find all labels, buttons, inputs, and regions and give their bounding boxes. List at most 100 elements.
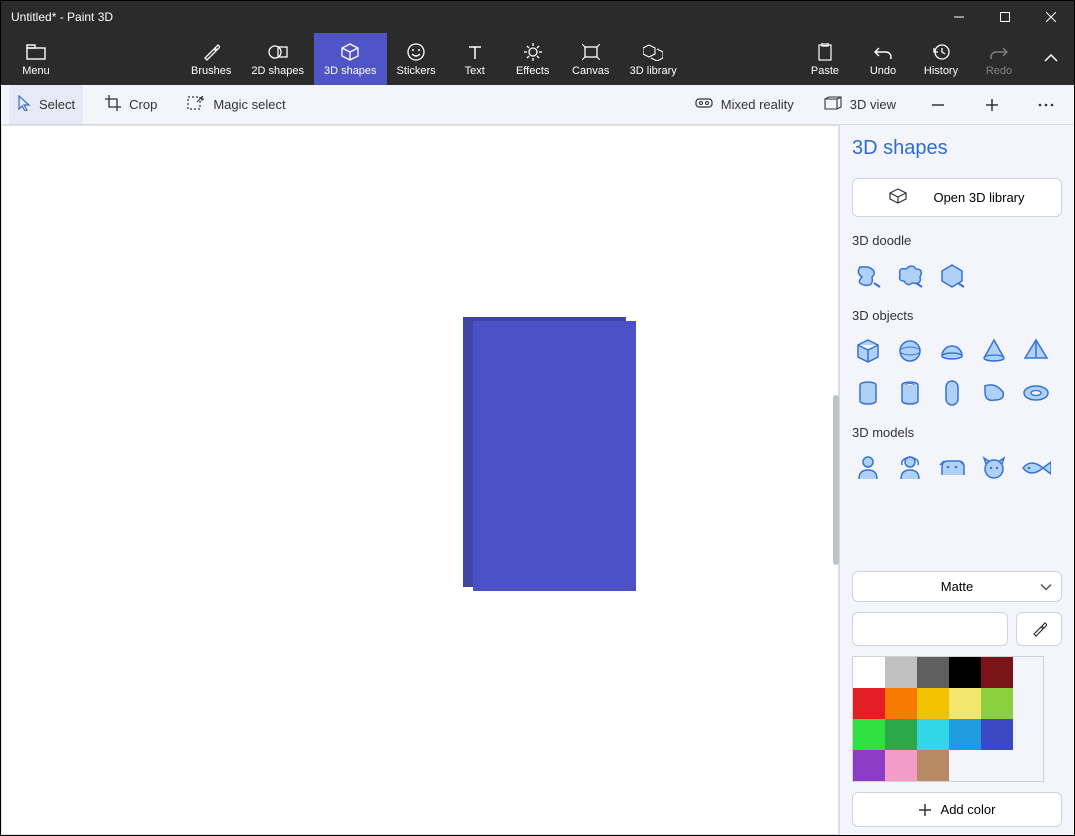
main-area: 3D shapes Open 3D library 3D doodle 3D o…	[1, 125, 1074, 835]
2d-shapes-label: 2D shapes	[251, 65, 304, 77]
menu-button[interactable]: Menu	[1, 33, 71, 85]
2d-shapes-button[interactable]: 2D shapes	[241, 33, 314, 85]
color-swatch[interactable]	[981, 657, 1013, 688]
minimize-button[interactable]	[936, 1, 982, 33]
color-swatch[interactable]	[853, 657, 885, 688]
mixed-reality-button[interactable]: Mixed reality	[687, 85, 802, 124]
zoom-in-button[interactable]	[972, 85, 1012, 124]
color-swatch[interactable]	[853, 750, 885, 781]
color-swatch[interactable]	[917, 688, 949, 719]
man-tool[interactable]	[852, 452, 884, 484]
history-label: History	[924, 65, 958, 77]
undo-label: Undo	[870, 65, 896, 77]
color-swatch[interactable]	[917, 750, 949, 781]
color-swatch[interactable]	[981, 688, 1013, 719]
library-icon	[889, 188, 907, 207]
color-swatch[interactable]	[981, 719, 1013, 750]
close-button[interactable]	[1028, 1, 1074, 33]
tube-tool[interactable]	[894, 377, 926, 409]
man-icon	[856, 455, 880, 481]
hemisphere-tool[interactable]	[936, 335, 968, 367]
capsule-icon	[944, 379, 960, 407]
undo-button[interactable]: Undo	[854, 33, 912, 85]
3d-objects-heading: 3D objects	[852, 308, 1062, 323]
brushes-label: Brushes	[191, 65, 231, 77]
color-swatch[interactable]	[885, 750, 917, 781]
crop-tool[interactable]: Crop	[97, 85, 165, 124]
more-icon	[1038, 103, 1054, 107]
hemisphere-icon	[939, 340, 965, 362]
magic-select-icon	[187, 96, 205, 113]
text-icon	[467, 42, 483, 62]
effects-icon	[524, 42, 542, 62]
color-swatch[interactable]	[949, 657, 981, 688]
magic-select-tool[interactable]: Magic select	[179, 85, 293, 124]
maximize-button[interactable]	[982, 1, 1028, 33]
vertical-scrollbar[interactable]	[833, 395, 839, 565]
redo-button[interactable]: Redo	[970, 33, 1028, 85]
curved-cylinder-tool[interactable]	[978, 377, 1010, 409]
select-tool[interactable]: Select	[9, 85, 83, 124]
color-swatch[interactable]	[949, 719, 981, 750]
zoom-out-button[interactable]	[918, 85, 958, 124]
color-swatch[interactable]	[917, 657, 949, 688]
3d-view-button[interactable]: 3D view	[816, 85, 904, 124]
effects-label: Effects	[516, 65, 549, 77]
mixed-reality-icon	[695, 96, 713, 113]
3d-shapes-button[interactable]: 3D shapes	[314, 33, 387, 85]
sharp-edge-doodle-tool[interactable]	[852, 260, 884, 292]
donut-tool[interactable]	[1020, 377, 1052, 409]
pyramid-tool[interactable]	[1020, 335, 1052, 367]
crop-label: Crop	[129, 97, 157, 112]
sub-toolbar: Select Crop Magic select Mixed reality 3…	[1, 85, 1074, 125]
3d-view-label: 3D view	[850, 97, 896, 112]
woman-tool[interactable]	[894, 452, 926, 484]
cat-tool[interactable]	[978, 452, 1010, 484]
tube-doodle-tool[interactable]	[936, 260, 968, 292]
open-3d-library-button[interactable]: Open 3D library	[852, 178, 1062, 217]
effects-button[interactable]: Effects	[504, 33, 562, 85]
add-color-button[interactable]: Add color	[852, 792, 1062, 827]
3d-objects-grid	[852, 335, 1062, 409]
crop-icon	[105, 95, 121, 114]
soft-edge-doodle-tool[interactable]	[894, 260, 926, 292]
fish-tool[interactable]	[1020, 452, 1052, 484]
cylinder-tool[interactable]	[852, 377, 884, 409]
text-label: Text	[465, 65, 485, 77]
color-swatch[interactable]	[917, 719, 949, 750]
3d-doodle-heading: 3D doodle	[852, 233, 1062, 248]
canvas-button[interactable]: Canvas	[562, 33, 620, 85]
cat-icon	[981, 456, 1007, 480]
expand-panel-button[interactable]	[1028, 33, 1074, 85]
current-color-box[interactable]	[852, 612, 1008, 646]
more-options-button[interactable]	[1026, 85, 1066, 124]
history-button[interactable]: History	[912, 33, 970, 85]
3d-library-button[interactable]: 3D library	[620, 33, 687, 85]
canvas-sheet[interactable]	[1, 125, 839, 835]
color-swatch[interactable]	[885, 657, 917, 688]
cube-tool[interactable]	[852, 335, 884, 367]
dog-tool[interactable]	[936, 452, 968, 484]
3d-models-grid	[852, 452, 1062, 484]
capsule-tool[interactable]	[936, 377, 968, 409]
cone-tool[interactable]	[978, 335, 1010, 367]
cube-icon	[855, 338, 881, 364]
canvas-area[interactable]	[1, 125, 839, 835]
material-dropdown[interactable]: Matte	[852, 571, 1062, 602]
paste-button[interactable]: Paste	[796, 33, 854, 85]
select-label: Select	[39, 97, 75, 112]
stickers-button[interactable]: Stickers	[387, 33, 446, 85]
color-swatch[interactable]	[853, 688, 885, 719]
sphere-tool[interactable]	[894, 335, 926, 367]
redo-icon	[990, 42, 1008, 62]
history-icon	[932, 42, 950, 62]
mixed-reality-label: Mixed reality	[721, 97, 794, 112]
color-swatch[interactable]	[885, 719, 917, 750]
color-swatch[interactable]	[853, 719, 885, 750]
color-swatch[interactable]	[885, 688, 917, 719]
color-swatch[interactable]	[949, 688, 981, 719]
eyedropper-button[interactable]	[1016, 612, 1062, 646]
text-button[interactable]: Text	[446, 33, 504, 85]
undo-icon	[874, 42, 892, 62]
brushes-button[interactable]: Brushes	[181, 33, 241, 85]
